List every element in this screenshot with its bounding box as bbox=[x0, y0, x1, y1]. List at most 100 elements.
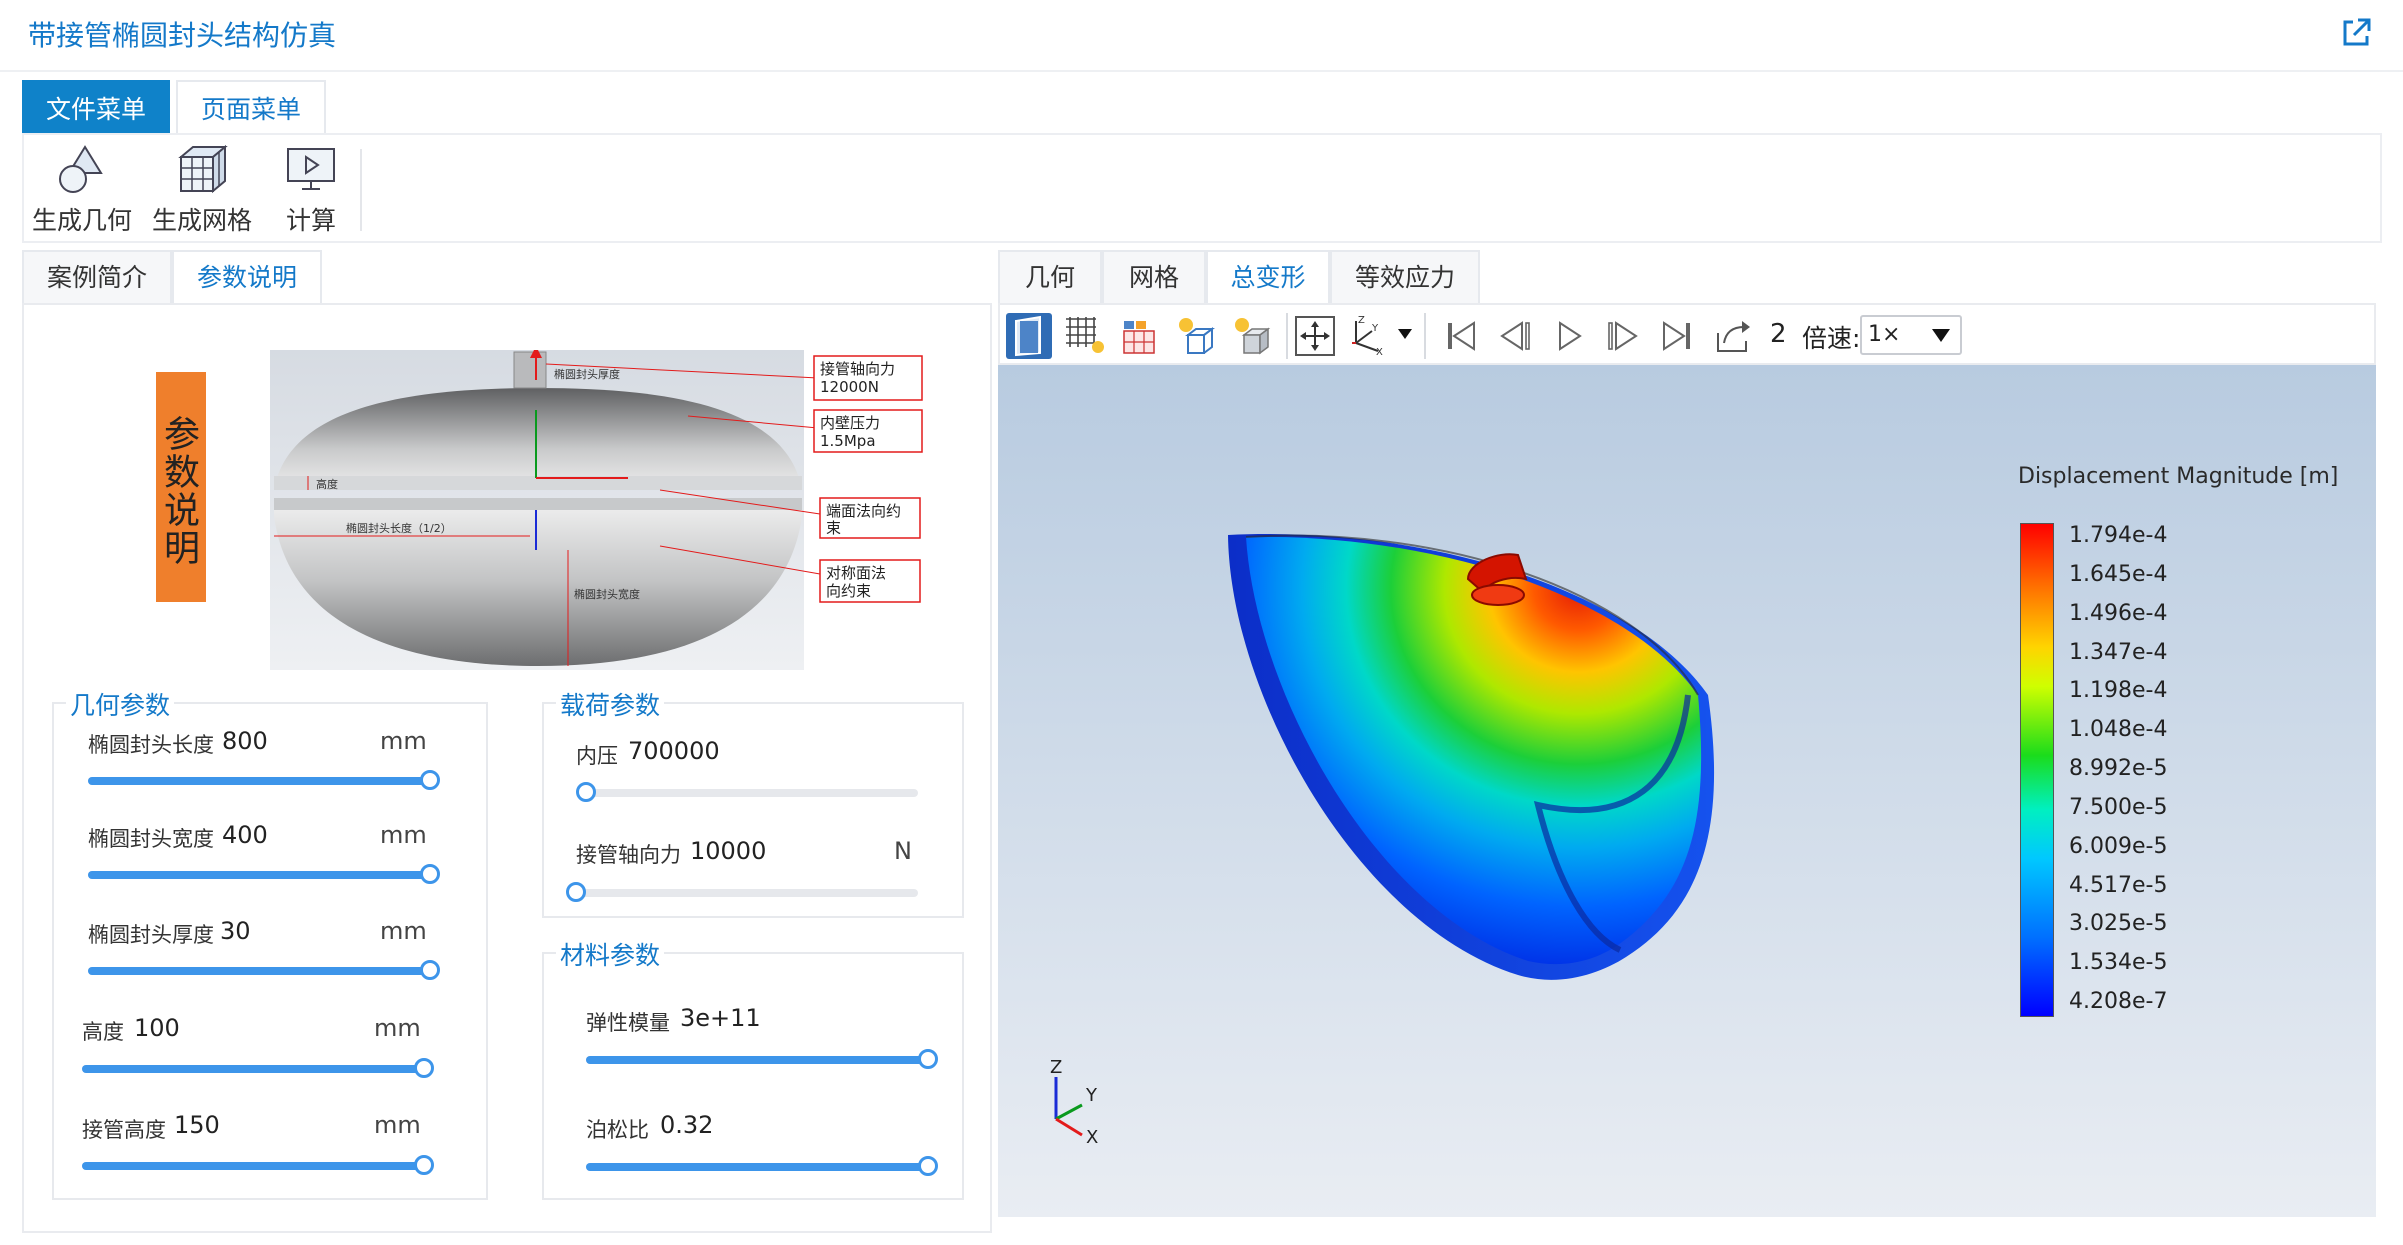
legend-tick-label: 1.198e-4 bbox=[2069, 678, 2168, 704]
surface-view-icon[interactable] bbox=[1006, 313, 1052, 359]
tab-case-intro[interactable]: 案例简介 bbox=[22, 250, 172, 304]
play-icon[interactable] bbox=[1546, 313, 1592, 359]
diagram-label-thickness: 椭圆封头厚度 bbox=[554, 367, 620, 381]
viewer-toolbar: ZY X 2 倍速: 1× bbox=[998, 303, 2376, 365]
callout-end-constraint-line1: 端面法向约 bbox=[826, 502, 901, 520]
generate-mesh-label: 生成网格 bbox=[152, 206, 253, 235]
open-external-icon[interactable] bbox=[2339, 16, 2373, 50]
tab-page-menu[interactable]: 页面菜单 bbox=[176, 80, 326, 135]
export-icon[interactable] bbox=[1710, 313, 1756, 359]
param-unit: mm bbox=[380, 727, 427, 755]
tab-param-description[interactable]: 参数说明 bbox=[172, 250, 322, 304]
triad-y-label: Y bbox=[1085, 1085, 1098, 1106]
compute-button[interactable]: 计算 bbox=[276, 143, 346, 235]
param-value: 800 bbox=[222, 727, 268, 755]
tab-mesh[interactable]: 网格 bbox=[1102, 250, 1206, 304]
param-note-text: 参数说明 bbox=[158, 415, 199, 567]
mesh-cube-icon bbox=[178, 144, 228, 194]
ribbon-separator bbox=[360, 149, 362, 231]
speed-label: 倍速: bbox=[1802, 324, 1861, 353]
legend-tick-label: 8.992e-5 bbox=[2069, 756, 2168, 781]
legend-title: Displacement Magnitude [m] bbox=[2018, 464, 2339, 489]
legend-tick-label: 1.347e-4 bbox=[2069, 639, 2168, 665]
mesh-color-icon[interactable] bbox=[1118, 313, 1164, 359]
generate-geometry-button[interactable]: 生成几何 bbox=[32, 143, 132, 235]
3d-viewport[interactable]: Displacement Magnitude [m] 1.794e-4 1.645… bbox=[998, 365, 2376, 1217]
head-width-slider[interactable] bbox=[88, 864, 440, 884]
triad-z-label: Z bbox=[1050, 1057, 1062, 1078]
load-group-title: 载荷参数 bbox=[556, 686, 665, 722]
param-value: 100 bbox=[134, 1014, 180, 1042]
internal-pressure-slider[interactable] bbox=[576, 782, 918, 802]
deformed-shell-model bbox=[1228, 534, 1715, 980]
legend-tick-label: 4.208e-7 bbox=[2069, 989, 2168, 1014]
wireframe-box-icon[interactable] bbox=[1174, 313, 1220, 359]
callout-symmetry-line2: 向约束 bbox=[826, 582, 871, 600]
poisson-ratio-slider[interactable] bbox=[586, 1156, 938, 1176]
material-group-title: 材料参数 bbox=[556, 936, 665, 972]
tab-equivalent-stress[interactable]: 等效应力 bbox=[1330, 250, 1480, 304]
param-value: 700000 bbox=[628, 737, 720, 765]
param-value: 150 bbox=[174, 1111, 220, 1139]
legend-tick-label: 1.794e-4 bbox=[2069, 523, 2168, 548]
first-frame-icon[interactable] bbox=[1438, 313, 1484, 359]
param-name: 接管轴向力 bbox=[576, 843, 681, 867]
param-unit: mm bbox=[374, 1111, 421, 1139]
mesh-view-icon[interactable] bbox=[1062, 313, 1108, 359]
legend-color-bar bbox=[2020, 523, 2054, 1017]
frame-number: 2 bbox=[1770, 319, 1787, 349]
param-value: 0.32 bbox=[660, 1111, 714, 1139]
last-frame-icon[interactable] bbox=[1654, 313, 1700, 359]
compute-label: 计算 bbox=[285, 206, 336, 235]
nozzle-height-slider[interactable] bbox=[82, 1155, 434, 1175]
param-value: 10000 bbox=[690, 837, 767, 865]
speed-select[interactable]: 1× bbox=[1860, 315, 1962, 355]
tab-file-menu[interactable]: 文件菜单 bbox=[22, 80, 170, 135]
app-title: 带接管椭圆封头结构仿真 bbox=[28, 19, 337, 52]
previous-frame-icon[interactable] bbox=[1492, 313, 1538, 359]
callout-pressure-line2: 1.5Mpa bbox=[820, 432, 876, 450]
param-unit: N bbox=[894, 837, 912, 865]
legend-tick-label: 1.496e-4 bbox=[2069, 600, 2168, 626]
speed-value: 1× bbox=[1868, 322, 1901, 347]
param-unit: mm bbox=[380, 917, 427, 945]
legend-tick-label: 1.645e-4 bbox=[2069, 561, 2168, 587]
callout-pressure-line1: 内壁压力 bbox=[820, 414, 880, 432]
next-frame-icon[interactable] bbox=[1600, 313, 1646, 359]
chevron-down-icon bbox=[1932, 329, 1950, 342]
fit-view-icon[interactable] bbox=[1292, 313, 1338, 359]
geometry-group-title: 几何参数 bbox=[66, 686, 175, 722]
ribbon-toolbar: 生成几何 生成网格 计算 bbox=[22, 133, 2382, 243]
param-name: 泊松比 bbox=[586, 1118, 649, 1142]
generate-geometry-label: 生成几何 bbox=[32, 206, 133, 235]
svg-text:X: X bbox=[1376, 347, 1383, 358]
callout-end-constraint-line2: 束 bbox=[826, 519, 841, 537]
elastic-modulus-slider[interactable] bbox=[586, 1049, 938, 1069]
head-length-slider[interactable] bbox=[88, 770, 440, 790]
axis-triad: Z Y X bbox=[1050, 1057, 1098, 1148]
solid-box-icon[interactable] bbox=[1230, 313, 1276, 359]
legend-tick-label: 7.500e-5 bbox=[2069, 794, 2168, 820]
callout-axial-force-line1: 接管轴向力 bbox=[820, 360, 895, 378]
param-value: 30 bbox=[220, 917, 251, 945]
height-slider[interactable] bbox=[82, 1058, 434, 1078]
head-thickness-slider[interactable] bbox=[88, 960, 440, 980]
generate-mesh-button[interactable]: 生成网格 bbox=[152, 143, 252, 235]
diagram-label-width: 椭圆封头宽度 bbox=[574, 587, 640, 601]
legend-tick-label: 1.534e-5 bbox=[2069, 950, 2168, 976]
param-value: 400 bbox=[222, 821, 268, 849]
param-name: 椭圆封头宽度 bbox=[88, 827, 214, 851]
axis-orientation-dropdown-icon[interactable]: ZY X bbox=[1348, 313, 1418, 359]
svg-text:Z: Z bbox=[1358, 315, 1365, 326]
head-diagram: 椭圆封头厚度 高度 椭圆封头长度（1/2） 椭圆封头宽度 接管轴向力 12000… bbox=[270, 350, 923, 670]
tab-total-deformation[interactable]: 总变形 bbox=[1206, 250, 1330, 304]
callout-axial-force-line2: 12000N bbox=[820, 378, 879, 396]
param-name: 高度 bbox=[82, 1020, 124, 1044]
param-name: 椭圆封头厚度 bbox=[88, 923, 214, 947]
param-name: 内压 bbox=[576, 744, 618, 768]
monitor-play-icon bbox=[287, 148, 335, 190]
tab-geometry[interactable]: 几何 bbox=[998, 250, 1102, 304]
triad-x-label: X bbox=[1086, 1127, 1098, 1148]
nozzle-axial-force-slider[interactable] bbox=[566, 882, 918, 902]
param-name: 椭圆封头长度 bbox=[88, 733, 214, 757]
